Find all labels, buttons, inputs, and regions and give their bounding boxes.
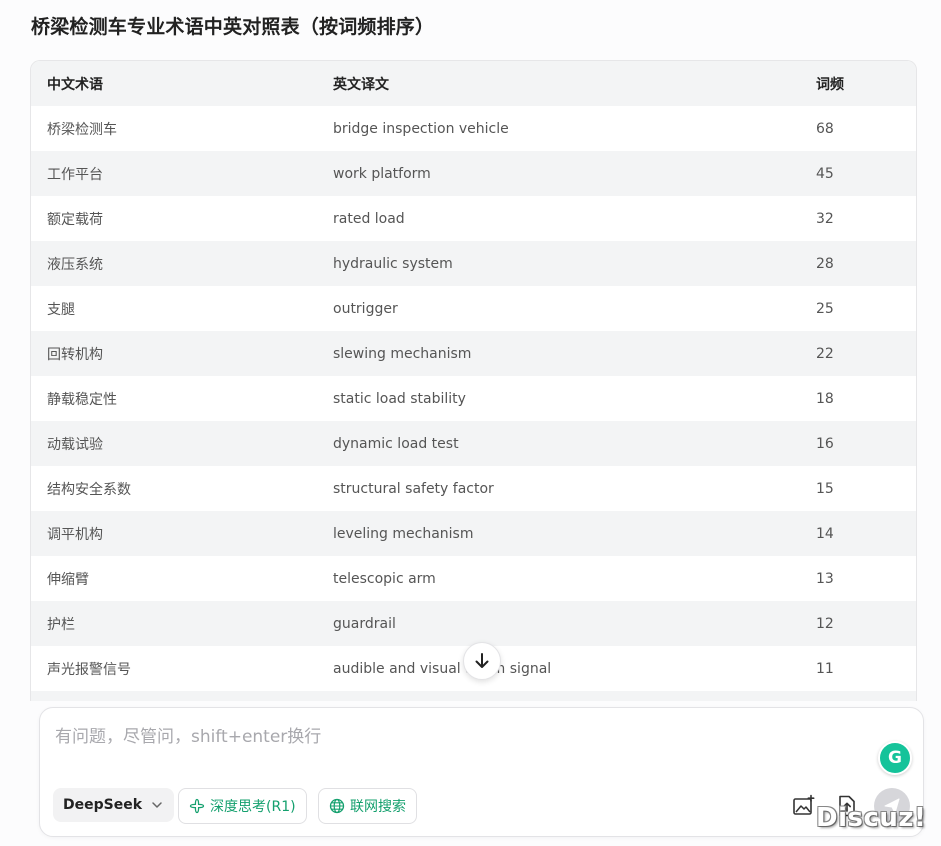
- header-english-translation: 英文译文: [333, 76, 389, 93]
- cell-english: structural safety factor: [333, 480, 494, 497]
- cell-english: rated load: [333, 210, 405, 227]
- cell-frequency: 32: [816, 210, 834, 227]
- cell-chinese: 静载稳定性: [47, 391, 117, 408]
- table-row: 桥梁检测车 bridge inspection vehicle 68: [31, 106, 916, 151]
- cell-chinese: 结构安全系数: [47, 481, 131, 498]
- cell-english: audible and visual alarm signal: [333, 660, 552, 677]
- web-search-button[interactable]: 联网搜索: [318, 788, 417, 824]
- arrow-down-icon: [475, 653, 489, 668]
- table-row: 调平机构 leveling mechanism 14: [31, 511, 916, 556]
- cell-chinese: 桥梁检测车: [47, 121, 117, 138]
- cell-chinese: 调平机构: [47, 526, 103, 543]
- cell-frequency: 14: [816, 525, 834, 542]
- model-selector[interactable]: DeepSeek: [53, 788, 175, 822]
- cell-frequency: 22: [816, 345, 834, 362]
- cell-chinese: 护栏: [47, 616, 75, 633]
- cell-english: static load stability: [333, 390, 466, 407]
- table-row: 静载稳定性 static load stability 18: [31, 376, 916, 421]
- cell-frequency: 11: [816, 660, 834, 677]
- cell-chinese: 声光报警信号: [47, 661, 131, 678]
- cell-english: dynamic load test: [333, 435, 459, 452]
- cell-english: leveling mechanism: [333, 525, 474, 542]
- cell-chinese: 液压系统: [47, 256, 103, 273]
- deep-think-label: 深度思考(R1): [210, 799, 296, 815]
- grammarly-letter: G: [888, 748, 902, 768]
- table-row: 工作平台 work platform 45: [31, 151, 916, 196]
- chat-input[interactable]: [53, 720, 857, 764]
- chat-composer: G DeepSeek 深度思考(R1) 联网搜索: [39, 707, 924, 837]
- cell-frequency: 68: [816, 120, 834, 137]
- cell-frequency: 18: [816, 390, 834, 407]
- cell-frequency: 15: [816, 480, 834, 497]
- table-row: 伸缩臂 telescopic arm 13: [31, 556, 916, 601]
- cell-english: slewing mechanism: [333, 345, 472, 362]
- cell-frequency: 25: [816, 300, 834, 317]
- term-table: 中文术语 英文译文 词频 桥梁检测车 bridge inspection vehi…: [31, 61, 916, 701]
- term-table-container: 中文术语 英文译文 词频 桥梁检测车 bridge inspection vehi…: [30, 60, 917, 701]
- cell-english: guardrail: [333, 615, 396, 632]
- image-plus-icon[interactable]: [792, 794, 816, 818]
- cell-chinese: 回转机构: [47, 346, 103, 363]
- cell-chinese: 伸缩臂: [47, 571, 89, 588]
- chevron-down-icon: [152, 802, 162, 808]
- table-header-row: 中文术语 英文译文 词频: [31, 61, 916, 106]
- cell-frequency: 28: [816, 255, 834, 272]
- table-row: 液压系统 hydraulic system 28: [31, 241, 916, 286]
- scroll-to-bottom-button[interactable]: [463, 642, 501, 680]
- cell-frequency: 13: [816, 570, 834, 587]
- cell-english: outrigger: [333, 300, 398, 317]
- table-row: [31, 691, 916, 701]
- table-row: 支腿 outrigger 25: [31, 286, 916, 331]
- header-frequency: 词频: [816, 76, 844, 93]
- watermark: Discuz!: [816, 803, 927, 833]
- cell-chinese: 动载试验: [47, 436, 103, 453]
- header-chinese-term: 中文术语: [47, 76, 103, 93]
- cell-frequency: 12: [816, 615, 834, 632]
- table-row: 护栏 guardrail 12: [31, 601, 916, 646]
- cell-chinese: [31, 691, 317, 701]
- cell-chinese: 工作平台: [47, 166, 103, 183]
- table-row: 动载试验 dynamic load test 16: [31, 421, 916, 466]
- cell-english: telescopic arm: [333, 570, 436, 587]
- cell-frequency: 16: [816, 435, 834, 452]
- globe-icon: [329, 798, 345, 814]
- cell-frequency: 45: [816, 165, 834, 182]
- cell-chinese: 支腿: [47, 301, 75, 318]
- table-row: 额定载荷 rated load 32: [31, 196, 916, 241]
- cell-chinese: 额定载荷: [47, 211, 103, 228]
- cell-english: [317, 691, 800, 701]
- cell-english: hydraulic system: [333, 255, 453, 272]
- grammarly-icon[interactable]: G: [878, 741, 912, 775]
- page-title: 桥梁检测车专业术语中英对照表（按词频排序）: [31, 16, 435, 38]
- table-row: 结构安全系数 structural safety factor 15: [31, 466, 916, 511]
- atom-icon: [189, 798, 205, 814]
- deep-think-button[interactable]: 深度思考(R1): [178, 788, 307, 824]
- model-label: DeepSeek: [63, 797, 143, 813]
- cell-frequency: [800, 691, 916, 701]
- web-search-label: 联网搜索: [350, 799, 406, 815]
- cell-english: bridge inspection vehicle: [333, 120, 509, 137]
- cell-english: work platform: [333, 165, 431, 182]
- table-row: 回转机构 slewing mechanism 22: [31, 331, 916, 376]
